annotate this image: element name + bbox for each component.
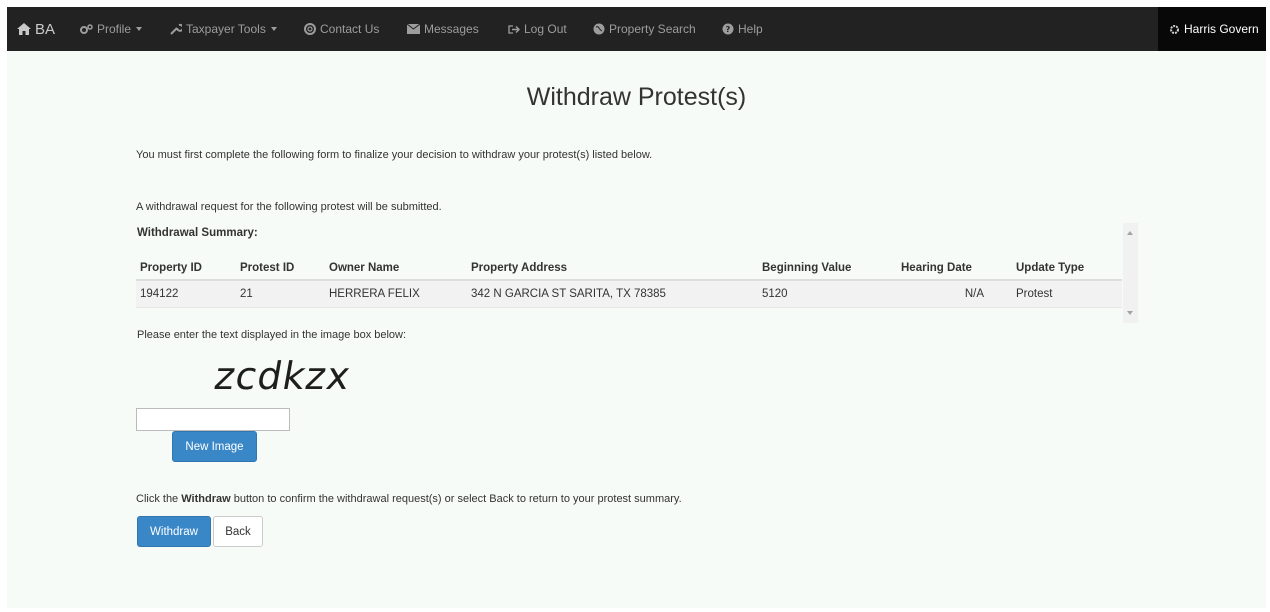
nav-log-out-label: Log Out <box>524 22 567 36</box>
nav-messages-label: Messages <box>424 22 479 36</box>
captcha-image: zcdkzx <box>211 354 355 398</box>
back-button[interactable]: Back <box>213 516 263 547</box>
column-header-property-id: Property ID <box>136 256 236 281</box>
cell-property-id: 194122 <box>136 280 236 308</box>
brand-label: BA <box>35 20 56 38</box>
cell-hearing-date: N/A <box>897 280 1012 308</box>
intro-text: You must first complete the following fo… <box>136 149 653 161</box>
nav-contact-us-link[interactable]: Contact Us <box>304 7 379 51</box>
confirm-text-bold: Withdraw <box>181 493 231 505</box>
table-scrollbar[interactable] <box>1123 223 1138 323</box>
cell-owner-name: HERRERA FELIX <box>325 280 467 308</box>
gears-icon <box>80 23 93 34</box>
request-note-text: A withdrawal request for the following p… <box>136 201 442 213</box>
question-circle-icon: ? <box>722 23 734 35</box>
withdraw-button[interactable]: Withdraw <box>137 516 211 547</box>
nav-taxpayer-tools-label: Taxpayer Tools <box>186 22 266 36</box>
home-brand-link[interactable]: BA <box>17 7 55 51</box>
confirm-text-after: button to confirm the withdrawal request… <box>230 493 682 505</box>
confirm-instructions: Click the Withdraw button to confirm the… <box>136 493 682 505</box>
nav-user-label: Harris Govern <box>1184 22 1259 36</box>
top-navbar: BA Profile Taxpayer Tools Contact Us Mes… <box>7 7 1266 51</box>
cell-property-address: 342 N GARCIA ST SARITA, TX 78385 <box>467 280 758 308</box>
lifebuoy-icon <box>304 23 316 35</box>
nav-log-out-link[interactable]: Log Out <box>508 7 567 51</box>
new-image-button[interactable]: New Image <box>172 431 257 462</box>
column-header-beginning-value: Beginning Value <box>758 256 897 281</box>
cell-beginning-value: 5120 <box>758 280 897 308</box>
nav-messages-link[interactable]: Messages <box>407 7 479 51</box>
confirm-text-before: Click the <box>136 493 182 505</box>
home-icon <box>17 23 31 35</box>
page-title: Withdraw Protest(s) <box>526 83 747 111</box>
globe-icon <box>593 23 605 35</box>
scroll-up-arrow-icon[interactable] <box>1127 231 1133 235</box>
envelope-icon <box>407 24 420 34</box>
nav-profile-dropdown[interactable]: Profile <box>80 7 143 51</box>
nav-user-menu[interactable]: Harris Govern <box>1158 7 1266 51</box>
withdrawal-summary-panel: Withdrawal Summary: Property ID Protest … <box>136 223 1138 323</box>
chevron-down-icon <box>136 27 143 31</box>
captcha-input[interactable] <box>136 408 290 431</box>
browser-viewport: BA Profile Taxpayer Tools Contact Us Mes… <box>7 7 1266 608</box>
withdrawal-summary-table: Property ID Protest ID Owner Name Proper… <box>136 256 1122 308</box>
column-header-update-type: Update Type <box>1012 256 1122 281</box>
log-out-icon <box>508 24 520 34</box>
nav-profile-label: Profile <box>97 22 132 36</box>
nav-taxpayer-tools-dropdown[interactable]: Taxpayer Tools <box>170 7 277 51</box>
nav-help-label: Help <box>738 22 763 36</box>
column-header-owner-name: Owner Name <box>325 256 467 281</box>
nav-property-search-label: Property Search <box>609 22 696 36</box>
column-header-hearing-date: Hearing Date <box>897 256 1012 281</box>
withdrawal-summary-label: Withdrawal Summary: <box>137 227 258 239</box>
column-header-protest-id: Protest ID <box>236 256 325 281</box>
captcha-prompt: Please enter the text displayed in the i… <box>137 329 407 341</box>
column-header-property-address: Property Address <box>467 256 758 281</box>
wrench-icon <box>170 23 182 35</box>
cell-protest-id: 21 <box>236 280 325 308</box>
table-row: 194122 21 HERRERA FELIX 342 N GARCIA ST … <box>136 280 1122 308</box>
nav-contact-us-label: Contact Us <box>320 22 380 36</box>
chevron-down-icon <box>270 27 277 31</box>
nav-property-search-link[interactable]: Property Search <box>593 7 696 51</box>
svg-text:?: ? <box>726 25 731 34</box>
scroll-down-arrow-icon[interactable] <box>1127 311 1133 315</box>
nav-help-link[interactable]: ? Help <box>722 7 763 51</box>
gear-icon <box>1170 24 1179 34</box>
table-header-row: Property ID Protest ID Owner Name Proper… <box>136 256 1122 281</box>
cell-update-type: Protest <box>1012 280 1122 308</box>
